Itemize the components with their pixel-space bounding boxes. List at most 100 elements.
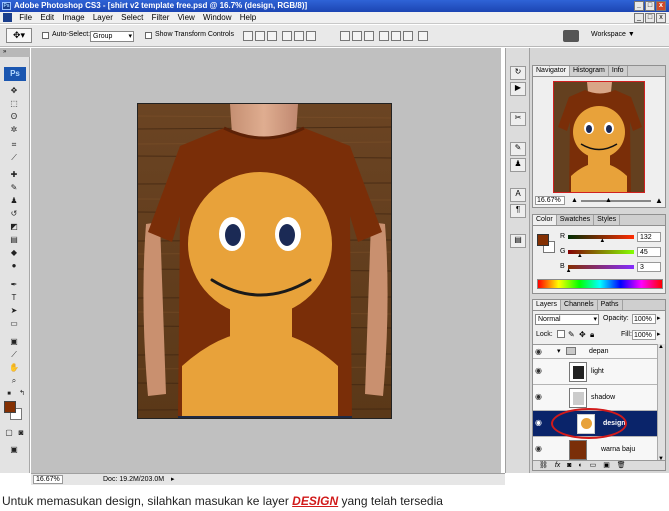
auto-align-icon[interactable] bbox=[418, 31, 428, 41]
layer-row-shadow[interactable]: ◉ shadow bbox=[533, 385, 657, 411]
menu-help[interactable]: Help bbox=[237, 12, 259, 24]
add-mask-icon[interactable]: ◙ bbox=[567, 462, 571, 469]
new-group-icon[interactable]: ▭ bbox=[590, 462, 597, 469]
brush-tool-icon[interactable]: ✎ bbox=[9, 183, 19, 193]
color-spectrum-bar[interactable] bbox=[537, 279, 663, 289]
workspace-menu[interactable]: Workspace ▼ bbox=[591, 31, 635, 38]
character-panel-icon[interactable]: A bbox=[510, 188, 526, 202]
align-hcenter-icon[interactable] bbox=[294, 31, 304, 41]
close-button[interactable]: x bbox=[656, 1, 666, 11]
layer-style-icon[interactable]: fx bbox=[555, 462, 560, 469]
eye-icon[interactable]: ◉ bbox=[535, 393, 544, 401]
lock-transparency-icon[interactable] bbox=[557, 330, 565, 338]
pen-tool-icon[interactable]: ✒ bbox=[9, 280, 19, 290]
blue-value-field[interactable]: 3 bbox=[637, 262, 661, 272]
lock-position-icon[interactable]: ✥ bbox=[579, 330, 586, 339]
hand-tool-icon[interactable]: ✋ bbox=[9, 363, 19, 373]
magic-wand-tool-icon[interactable]: ✲ bbox=[9, 125, 19, 135]
zoom-tool-icon[interactable]: ⌕ bbox=[9, 376, 19, 386]
screen-mode-icon[interactable]: ▣ bbox=[9, 445, 19, 455]
green-slider-thumb-icon[interactable]: ▲ bbox=[577, 253, 583, 259]
blend-mode-dropdown[interactable]: Normal ▾ bbox=[535, 314, 599, 325]
paragraph-panel-icon[interactable]: ¶ bbox=[510, 204, 526, 218]
opacity-arrow-icon[interactable]: ▸ bbox=[657, 314, 661, 322]
layer-row-light[interactable]: ◉ light bbox=[533, 359, 657, 385]
align-left-icon[interactable] bbox=[282, 31, 292, 41]
doc-restore-button[interactable]: □ bbox=[645, 13, 655, 23]
notes-tool-icon[interactable]: ▣ bbox=[9, 337, 19, 347]
menu-select[interactable]: Select bbox=[118, 12, 146, 24]
red-slider-thumb-icon[interactable]: ▲ bbox=[599, 238, 605, 244]
standard-mode-icon[interactable]: ▢ bbox=[4, 428, 14, 438]
path-selection-tool-icon[interactable]: ➤ bbox=[9, 306, 19, 316]
menu-filter[interactable]: Filter bbox=[149, 12, 173, 24]
navigator-zoom-field[interactable]: 16.67% bbox=[535, 196, 565, 205]
tab-layers[interactable]: Layers bbox=[533, 300, 562, 310]
red-value-field[interactable]: 132 bbox=[637, 232, 661, 242]
dodge-tool-icon[interactable]: ● bbox=[9, 261, 19, 271]
blur-tool-icon[interactable]: ◆ bbox=[9, 248, 19, 258]
green-value-field[interactable]: 45 bbox=[637, 247, 661, 257]
eraser-tool-icon[interactable]: ◩ bbox=[9, 222, 19, 232]
slice-tool-icon[interactable]: ⟋ bbox=[9, 153, 19, 163]
zoom-out-icon[interactable]: ▲ bbox=[571, 197, 578, 204]
foreground-color-swatch[interactable] bbox=[4, 401, 16, 413]
history-panel-icon[interactable]: ↻ bbox=[510, 66, 526, 80]
adjustment-layer-icon[interactable]: ◐ bbox=[578, 462, 582, 469]
document-canvas[interactable] bbox=[137, 103, 392, 419]
distribute-vcenter-icon[interactable] bbox=[352, 31, 362, 41]
eyedropper-tool-icon[interactable]: ⟋ bbox=[9, 350, 19, 360]
zoom-in-icon[interactable]: ▲ bbox=[655, 196, 663, 205]
doc-minimize-button[interactable]: _ bbox=[634, 13, 644, 23]
zoom-field[interactable]: 16.67% bbox=[33, 475, 63, 484]
status-menu-arrow-icon[interactable]: ▸ bbox=[171, 474, 175, 485]
tool-presets-icon[interactable]: ✂ bbox=[510, 112, 526, 126]
tab-paths[interactable]: Paths bbox=[598, 300, 623, 310]
layer-comps-icon[interactable]: ▤ bbox=[510, 234, 526, 248]
auto-select-dropdown[interactable]: Group ▾ bbox=[90, 31, 134, 42]
swap-colors-icon[interactable]: ↰ bbox=[17, 389, 27, 399]
new-layer-icon[interactable]: ▣ bbox=[603, 462, 610, 469]
blue-slider-thumb-icon[interactable]: ▲ bbox=[566, 268, 572, 274]
opacity-field[interactable]: 100% bbox=[632, 314, 656, 324]
layers-scrollbar[interactable]: ▲ ▼ bbox=[657, 344, 665, 462]
align-bottom-icon[interactable] bbox=[267, 31, 277, 41]
menu-layer[interactable]: Layer bbox=[90, 12, 116, 24]
tab-info[interactable]: Info bbox=[609, 66, 628, 76]
quick-mask-icon[interactable]: ◙ bbox=[16, 428, 26, 438]
distribute-top-icon[interactable] bbox=[340, 31, 350, 41]
fill-arrow-icon[interactable]: ▸ bbox=[657, 330, 661, 338]
fill-field[interactable]: 100% bbox=[632, 330, 656, 340]
gradient-tool-icon[interactable]: ▤ bbox=[9, 235, 19, 245]
navigator-zoom-slider[interactable] bbox=[581, 200, 651, 202]
marquee-tool-icon[interactable]: ⬚ bbox=[9, 99, 19, 109]
menu-edit[interactable]: Edit bbox=[37, 12, 57, 24]
move-tool-preset-picker[interactable]: ✥▾ bbox=[6, 28, 32, 43]
menu-view[interactable]: View bbox=[175, 12, 198, 24]
menu-window[interactable]: Window bbox=[200, 12, 234, 24]
tab-styles[interactable]: Styles bbox=[594, 215, 621, 225]
distribute-bottom-icon[interactable] bbox=[364, 31, 374, 41]
distribute-right-icon[interactable] bbox=[403, 31, 413, 41]
delete-layer-icon[interactable]: 🗑︎ bbox=[617, 462, 626, 469]
minimize-button[interactable]: _ bbox=[634, 1, 644, 11]
tab-color[interactable]: Color bbox=[533, 215, 557, 225]
tab-swatches[interactable]: Swatches bbox=[557, 215, 595, 225]
menu-image[interactable]: Image bbox=[59, 12, 87, 24]
clone-stamp-tool-icon[interactable]: ♟ bbox=[9, 196, 19, 206]
maximize-button[interactable]: □ bbox=[645, 1, 655, 11]
tab-channels[interactable]: Channels bbox=[561, 300, 598, 310]
menu-file[interactable]: File bbox=[16, 12, 35, 24]
tab-histogram[interactable]: Histogram bbox=[570, 66, 609, 76]
clone-source-icon[interactable]: ♟ bbox=[510, 158, 526, 172]
default-colors-icon[interactable]: ■ bbox=[4, 389, 14, 399]
expand-triangle-icon[interactable]: ▾ bbox=[557, 347, 561, 355]
align-top-icon[interactable] bbox=[243, 31, 253, 41]
eye-icon[interactable]: ◉ bbox=[535, 367, 544, 375]
bridge-icon[interactable] bbox=[563, 30, 579, 42]
layer-group-row[interactable]: ◉ ▾ depan bbox=[533, 345, 657, 359]
distribute-left-icon[interactable] bbox=[379, 31, 389, 41]
auto-select-checkbox[interactable] bbox=[42, 32, 49, 39]
distribute-hcenter-icon[interactable] bbox=[391, 31, 401, 41]
layer-row-design[interactable]: ◉ design bbox=[533, 408, 657, 439]
